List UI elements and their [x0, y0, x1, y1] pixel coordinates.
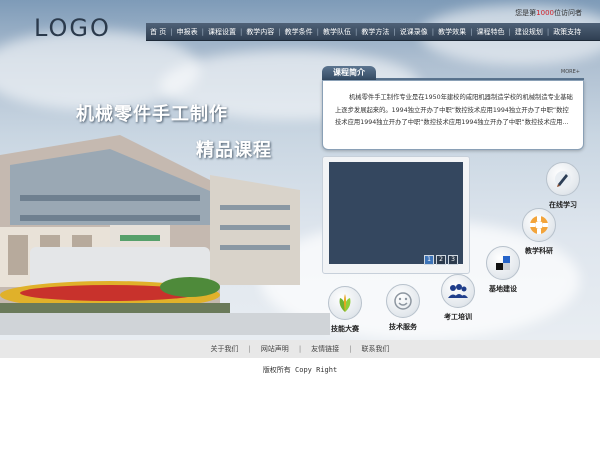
intro-header: 课程简介 MORE+	[322, 66, 584, 80]
footer-link-friends[interactable]: 友情链接	[311, 344, 339, 354]
feature-skill-competition[interactable]: 技能大赛	[328, 286, 362, 334]
pen-icon	[546, 162, 580, 196]
nav-item-application[interactable]: 申报表	[173, 27, 202, 37]
banner: LOGO 您是第1000位访问者 首 页 | 申报表 | 课程设置 | 教学内容 | 教…	[0, 0, 600, 340]
nav-item-features[interactable]: 课程特色	[472, 27, 508, 37]
nav-item-curriculum[interactable]: 课程设置	[204, 27, 240, 37]
intro-text: 机械零件手工制作专业是在1950年建校的咸阳机器制造学校的机械制造专业基础上逐步…	[335, 94, 573, 126]
campus-building-image	[0, 135, 330, 335]
nav-item-results[interactable]: 教学效果	[434, 27, 470, 37]
video-player[interactable]	[329, 162, 463, 264]
nav-item-content[interactable]: 教学内容	[242, 27, 278, 37]
nav-item-video[interactable]: 说课录像	[396, 27, 432, 37]
page-button-1[interactable]: 1	[424, 255, 434, 265]
intro-tab: 课程简介	[322, 66, 376, 80]
video-player-frame: 1 2 3	[322, 156, 470, 274]
leaf-icon	[328, 286, 362, 320]
feature-tech-service[interactable]: 技术服务	[386, 284, 420, 332]
footer-separator: |	[298, 345, 302, 353]
feature-label: 基地建设	[489, 284, 517, 293]
main-nav: 首 页 | 申报表 | 课程设置 | 教学内容 | 教学条件 | 教学队伍 | 教学方法 | …	[146, 23, 600, 41]
visitor-count: 1000	[536, 9, 554, 17]
footer-separator: |	[349, 345, 352, 353]
nav-item-home[interactable]: 首 页	[146, 27, 170, 37]
footer-link-contact[interactable]: 联系我们	[362, 344, 390, 354]
feature-label: 考工培训	[444, 312, 472, 321]
footer-link-about[interactable]: 关于我们	[210, 344, 238, 354]
lifebuoy-icon	[522, 208, 556, 242]
people-icon	[441, 274, 475, 308]
smiley-icon	[386, 284, 420, 318]
footer-nav: 关于我们 | 网站声明 | 友情链接 | 联系我们	[0, 340, 600, 358]
banner-title-line1: 机械零件手工制作	[76, 104, 228, 125]
more-link[interactable]: MORE+	[561, 69, 580, 75]
visitor-prefix: 您是第	[515, 9, 537, 17]
site-logo[interactable]: LOGO	[34, 14, 111, 42]
feature-exam-training[interactable]: 考工培训	[441, 274, 475, 322]
feature-teaching-research[interactable]: 教学科研	[522, 208, 556, 256]
page-button-3[interactable]: 3	[448, 255, 458, 265]
nav-item-planning[interactable]: 建设规划	[511, 27, 547, 37]
feature-base-construction[interactable]: 基地建设	[486, 246, 520, 294]
blocks-icon	[486, 246, 520, 280]
nav-item-policy[interactable]: 政策支持	[549, 27, 585, 37]
nav-item-conditions[interactable]: 教学条件	[281, 27, 317, 37]
visitor-counter: 您是第1000位访问者	[515, 8, 582, 18]
footer-link-statement[interactable]: 网站声明	[261, 344, 289, 354]
intro-panel: 机械零件手工制作专业是在1950年建校的咸阳机器制造学校的机械制造专业基础上逐步…	[322, 80, 584, 150]
nav-item-team[interactable]: 教学队伍	[319, 27, 355, 37]
feature-label: 技术服务	[389, 322, 417, 331]
banner-title-line2: 精品课程	[196, 140, 272, 161]
footer-separator: |	[248, 345, 251, 353]
nav-item-methods[interactable]: 教学方法	[357, 27, 393, 37]
page-button-2[interactable]: 2	[436, 255, 446, 265]
visitor-suffix: 位访问者	[554, 9, 582, 17]
copyright-text: 版权所有 Copy Right	[262, 366, 338, 374]
feature-online-learning[interactable]: 在线学习	[546, 162, 580, 210]
video-pager: 1 2 3	[424, 255, 458, 265]
feature-label: 技能大赛	[331, 324, 359, 333]
feature-label: 教学科研	[525, 246, 553, 255]
